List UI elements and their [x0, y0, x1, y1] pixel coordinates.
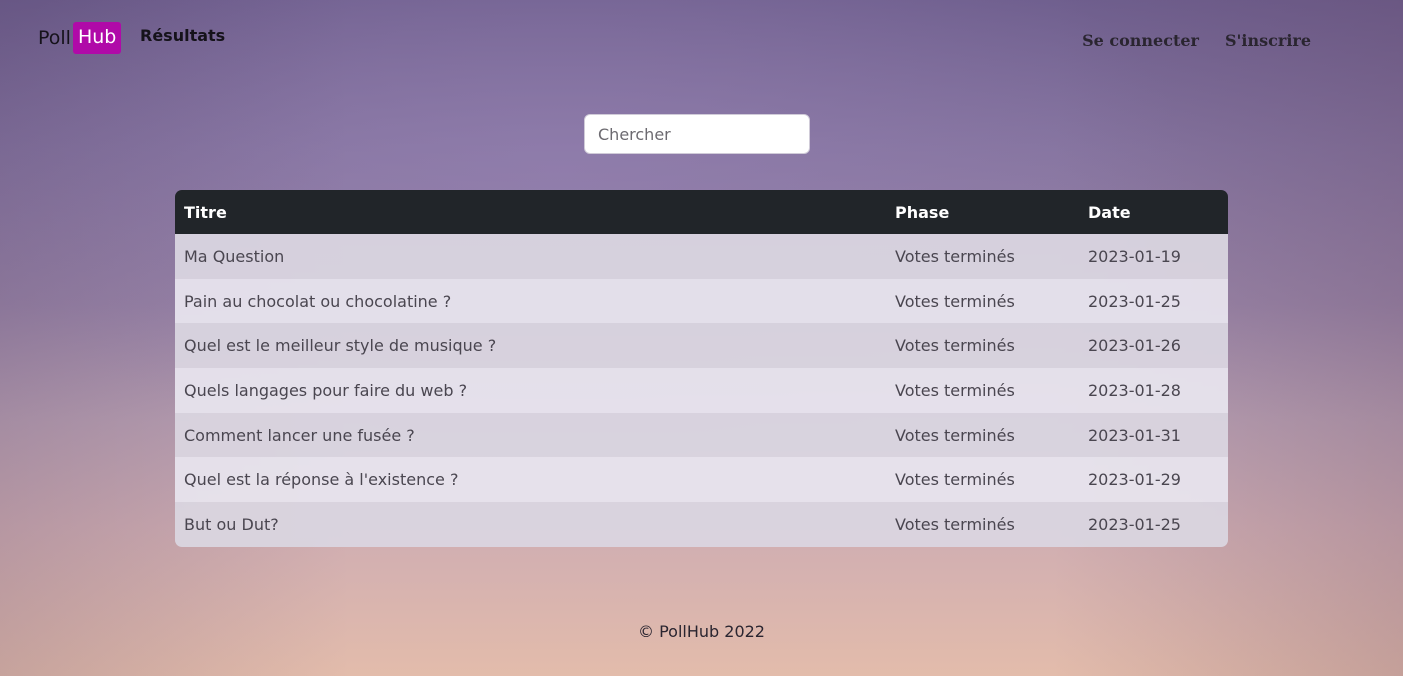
search-input[interactable] — [584, 114, 810, 154]
table-row[interactable]: Quels langages pour faire du web ? Votes… — [175, 368, 1228, 413]
column-header-phase: Phase — [895, 202, 950, 222]
cell-phase: Votes terminés — [895, 246, 1015, 266]
cell-title: Quel est la réponse à l'existence ? — [184, 470, 459, 490]
column-header-title: Titre — [184, 202, 227, 222]
cell-date: 2023-01-28 — [1088, 380, 1181, 400]
table-row[interactable]: Pain au chocolat ou chocolatine ? Votes … — [175, 278, 1228, 324]
cell-date: 2023-01-29 — [1088, 470, 1181, 490]
login-link[interactable]: Se connecter — [1082, 31, 1199, 50]
column-header-date: Date — [1088, 202, 1131, 222]
cell-phase: Votes terminés — [895, 291, 1015, 311]
cell-title: Quel est le meilleur style de musique ? — [184, 336, 497, 356]
footer-copyright: © PollHub 2022 — [638, 622, 765, 641]
cell-phase: Votes terminés — [895, 425, 1015, 445]
table-row[interactable]: Comment lancer une fusée ? Votes terminé… — [175, 412, 1228, 458]
cell-phase: Votes terminés — [895, 380, 1015, 400]
polls-table-container: Titre Phase Date Ma Question Votes termi… — [175, 190, 1228, 547]
table-row[interactable]: Ma Question Votes terminés 2023-01-19 — [175, 234, 1228, 279]
nav-results-link[interactable]: Résultats — [140, 26, 225, 45]
cell-title: But ou Dut? — [184, 514, 279, 534]
polls-table: Titre Phase Date Ma Question Votes termi… — [175, 190, 1228, 547]
cell-phase: Votes terminés — [895, 336, 1015, 356]
brand-logo[interactable]: Poll Hub — [38, 22, 122, 54]
register-link[interactable]: S'inscrire — [1225, 31, 1311, 50]
cell-date: 2023-01-25 — [1088, 514, 1181, 534]
table-row[interactable]: Quel est le meilleur style de musique ? … — [175, 323, 1228, 369]
cell-date: 2023-01-19 — [1088, 246, 1181, 266]
cell-title: Quels langages pour faire du web ? — [184, 380, 468, 400]
auth-nav: Se connecter S'inscrire — [1082, 31, 1311, 50]
cell-phase: Votes terminés — [895, 514, 1015, 534]
cell-title: Comment lancer une fusée ? — [184, 425, 415, 445]
brand-logo-hub: Hub — [72, 22, 122, 54]
cell-date: 2023-01-31 — [1088, 425, 1181, 445]
brand-logo-poll: Poll — [38, 27, 71, 49]
table-row[interactable]: But ou Dut? Votes terminés 2023-01-25 — [175, 502, 1228, 547]
cell-title: Pain au chocolat ou chocolatine ? — [184, 291, 452, 311]
cell-date: 2023-01-26 — [1088, 336, 1181, 356]
cell-date: 2023-01-25 — [1088, 291, 1181, 311]
cell-phase: Votes terminés — [895, 470, 1015, 490]
table-header-row: Titre Phase Date — [175, 190, 1228, 234]
cell-title: Ma Question — [184, 246, 285, 266]
table-row[interactable]: Quel est la réponse à l'existence ? Vote… — [175, 457, 1228, 503]
